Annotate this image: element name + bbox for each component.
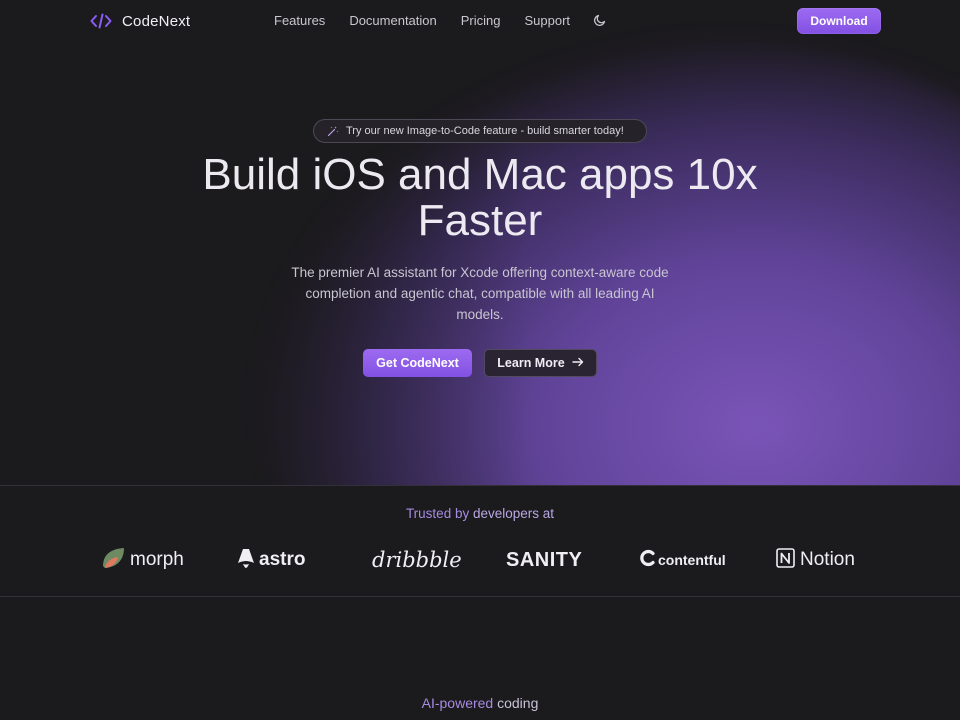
logo-morph: morph [100, 545, 184, 575]
nav-link-features[interactable]: Features [274, 13, 325, 28]
contentful-logo-text: contentful [658, 552, 726, 568]
dribbble-logo-text: dribbble [372, 548, 462, 572]
nav-link-pricing[interactable]: Pricing [461, 13, 501, 28]
download-button[interactable]: Download [797, 8, 881, 34]
hero-subtitle: The premier AI assistant for Xcode offer… [291, 265, 669, 322]
top-nav: CodeNext Features Documentation Pricing … [0, 0, 960, 42]
nav-link-support[interactable]: Support [525, 13, 571, 28]
trusted-label: Trusted by developers at [405, 506, 555, 521]
headline-line-1: Build iOS and Mac apps 10x [202, 150, 758, 199]
arrow-right-icon [571, 356, 584, 370]
code-brackets-icon [90, 10, 112, 32]
get-codenext-button[interactable]: Get CodeNext [363, 349, 472, 377]
learn-more-label: Learn More [497, 356, 565, 370]
logo-astro: astro [237, 545, 305, 575]
brand-link[interactable]: CodeNext [90, 10, 190, 32]
logo-dribbble: dribbble [372, 545, 462, 575]
notion-logo-icon [775, 547, 797, 574]
section-divider [0, 485, 960, 486]
astro-logo-text: astro [259, 549, 306, 570]
magic-wand-icon [327, 125, 339, 137]
ai-powered-coding-label: AI-powered coding [421, 695, 539, 711]
logo-sanity: SANITY [506, 545, 582, 575]
nav-link-documentation[interactable]: Documentation [349, 13, 436, 28]
astro-logo-icon [237, 547, 255, 574]
contentful-logo-icon [640, 549, 656, 572]
notion-logo-text: Notion [800, 549, 855, 570]
announcement-text: Try our new Image-to-Code feature - buil… [346, 125, 624, 137]
hero-headline: Build iOS and Mac apps 10x Faster [130, 152, 830, 244]
morph-logo-text: morph [130, 549, 184, 570]
section-divider [0, 596, 960, 597]
headline-line-2: Faster [417, 196, 543, 245]
logo-contentful: contentful [640, 545, 726, 575]
brand-name: CodeNext [122, 12, 191, 30]
landing-page: CodeNext Features Documentation Pricing … [0, 0, 960, 720]
moon-icon[interactable] [593, 13, 607, 27]
sanity-logo-text: SANITY [506, 548, 583, 571]
logo-notion: Notion [775, 545, 855, 575]
nav-links: Features Documentation Pricing Support [274, 13, 570, 28]
learn-more-button[interactable]: Learn More [484, 349, 597, 377]
logo-strip: morph astro dribbble SANITY contentful N… [100, 545, 860, 575]
announcement-pill[interactable]: Try our new Image-to-Code feature - buil… [313, 119, 647, 143]
morph-logo-icon [100, 546, 126, 575]
